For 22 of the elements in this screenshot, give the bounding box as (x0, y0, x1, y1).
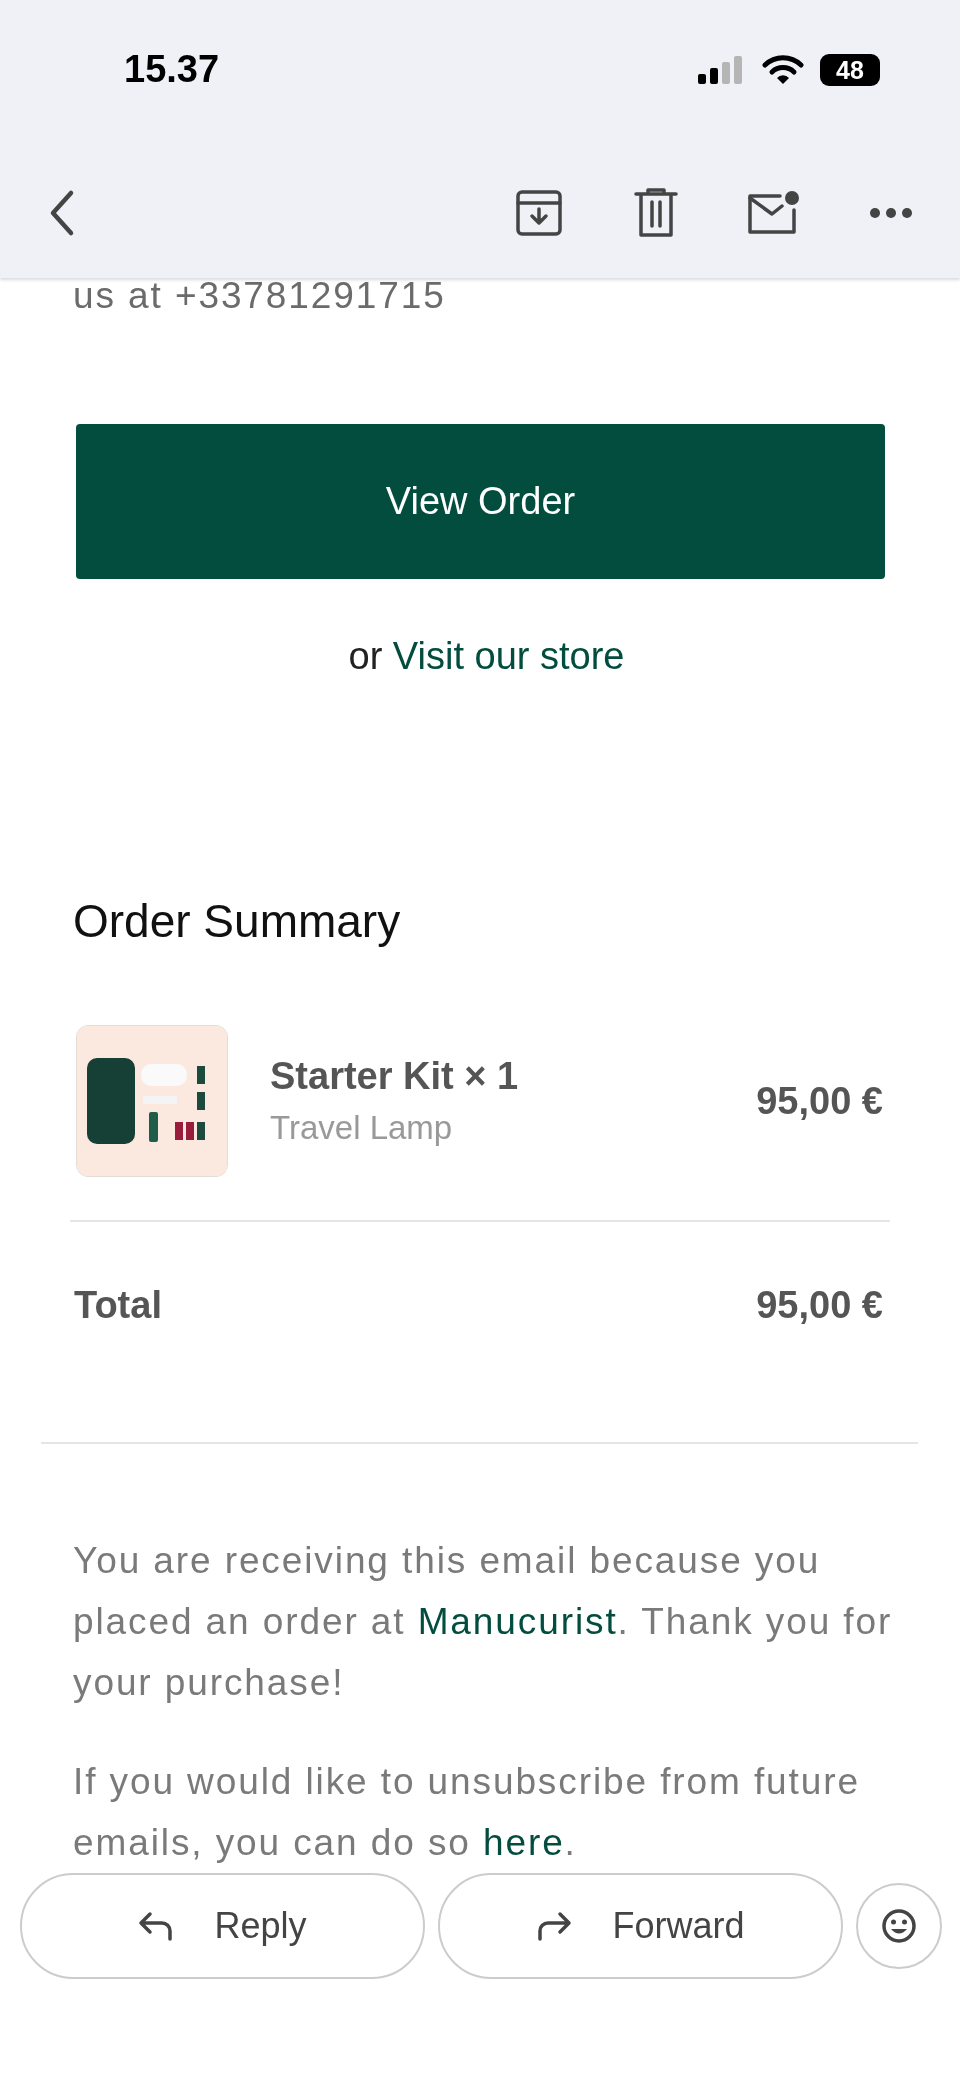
forward-button[interactable]: Forward (438, 1873, 843, 1979)
reply-button[interactable]: Reply (20, 1873, 425, 1979)
section-title: Order Summary (73, 894, 402, 949)
paragraph-line: us at +33781291715 (73, 274, 447, 318)
forward-arrow-icon (536, 1911, 573, 1941)
link[interactable]: Manucurist (417, 1601, 618, 1642)
view-order-button[interactable]: View Order (76, 424, 885, 579)
store-line: or Visit our store (347, 634, 626, 679)
paragraph: You are receiving this email because you placed an order at Manucurist. Thank you for your purchase! (73, 1539, 894, 1705)
link[interactable]: here (482, 1822, 565, 1863)
smiley-icon (881, 1908, 917, 1944)
paragraph: If you would like to unsubscribe from future emails, you can do so here. (73, 1760, 861, 1865)
item-name: Starter Kit × 1 (270, 1054, 520, 1099)
wifi-icon (762, 55, 804, 85)
battery-icon: 48 (820, 54, 880, 86)
total-label: Total (74, 1283, 162, 1327)
store-link[interactable]: Visit our store (392, 635, 625, 677)
item-variant: Travel Lamp (270, 1108, 454, 1148)
total-value: 95,00 € (756, 1283, 883, 1327)
status-time: 15.37 (124, 48, 220, 91)
reply-arrow-icon (138, 1911, 175, 1941)
item-price: 95,00 € (756, 1079, 883, 1123)
